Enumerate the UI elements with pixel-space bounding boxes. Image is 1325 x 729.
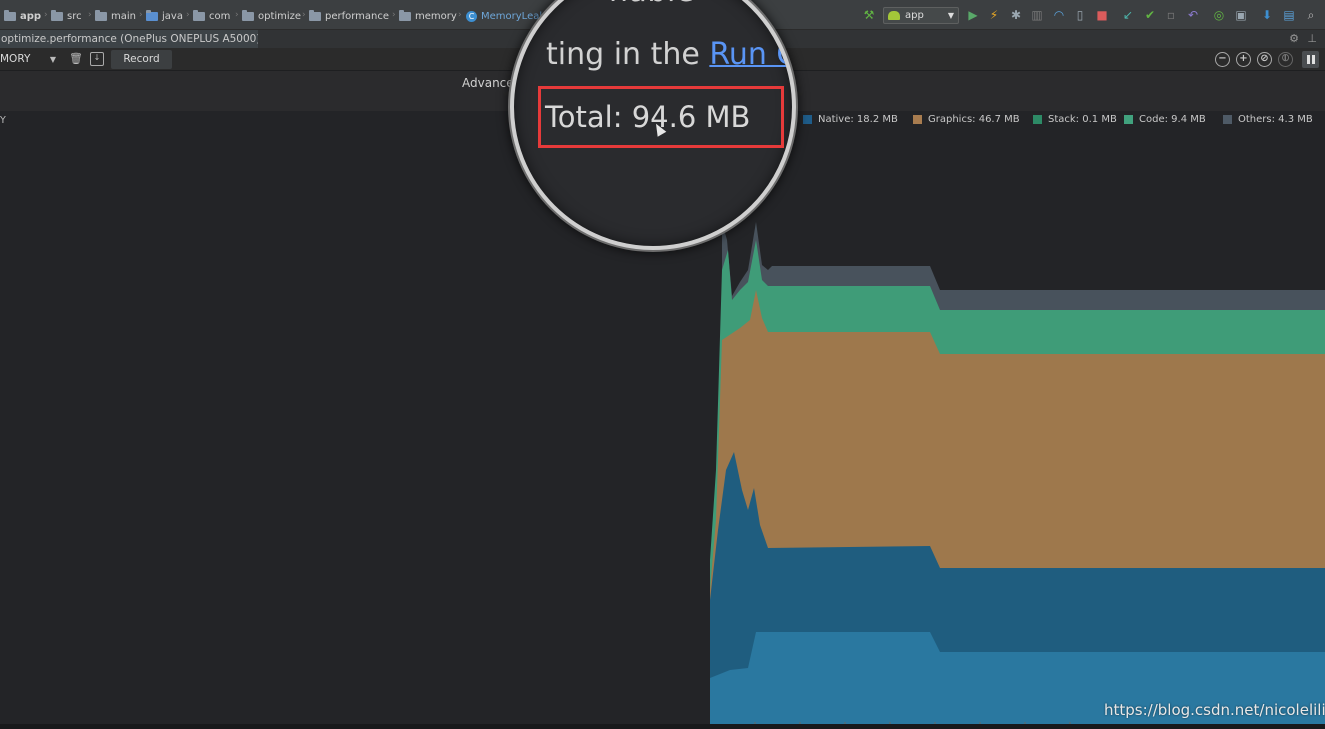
breadcrumb-label: com [209,10,231,22]
breadcrumb-label: app [20,10,42,22]
sdk-manager-icon[interactable]: ⬇ [1260,8,1274,22]
breadcrumb-performance[interactable]: performance [309,8,389,24]
profiler-select-value: MORY [0,53,31,65]
breadcrumb-memory[interactable]: memory [399,8,457,24]
breadcrumb-separator: › [392,10,396,20]
sync-gradle-icon[interactable]: ◎ [1212,8,1226,22]
pause-icon[interactable] [1302,51,1319,68]
advanced-profiling-message: Advance [462,76,514,90]
breadcrumb-label: java [162,10,183,22]
total-memory-highlight: Total: 94.6 MB [538,86,784,148]
total-memory-label: Total: 94.6 MB [545,100,751,134]
run-icon[interactable]: ▶ [966,8,980,22]
package-icon [309,9,321,21]
module-folder-icon [4,9,16,21]
dump-heap-icon[interactable]: ↓ [90,52,104,66]
timeline-strip [0,724,1325,729]
legend-swatch [1124,115,1133,124]
coverage-icon[interactable]: ▥ [1030,8,1044,22]
vcs-commit-icon[interactable]: ✔ [1143,8,1157,22]
folder-icon [51,9,63,21]
profiler-select[interactable]: MORY ▼ [0,51,62,68]
apply-changes-icon[interactable]: ⚡ [987,8,1001,22]
breadcrumb-src[interactable]: src [51,8,82,24]
vcs-update-icon[interactable]: ↙ [1121,8,1135,22]
legend-label: Others: 4.3 MB [1238,114,1313,125]
legend-code: Code: 9.4 MB [1124,114,1206,125]
session-tab[interactable]: optimize.performance (OnePlus ONEPLUS A5… [0,30,258,48]
zoom-out-icon[interactable]: − [1215,52,1230,67]
hammer-icon[interactable]: ⚒ [862,8,876,22]
breadcrumb-main[interactable]: main [95,8,136,24]
package-icon [399,9,411,21]
gear-icon[interactable]: ⚙ [1289,32,1299,45]
axis-label: Y [0,115,6,126]
debug-icon[interactable]: ✱ [1009,8,1023,22]
legend-native: Native: 18.2 MB [803,114,898,125]
reset-zoom-icon[interactable]: ⊘ [1257,52,1272,67]
chevron-down-icon: ▼ [947,11,954,20]
breadcrumb-optimize[interactable]: optimize [242,8,301,24]
legend-swatch [913,115,922,124]
breadcrumb-label: performance [325,10,390,22]
breadcrumb-separator: › [88,10,92,20]
legend-graphics: Graphics: 46.7 MB [913,114,1020,125]
profile-icon[interactable]: ◠ [1052,8,1066,22]
undo-icon[interactable]: ↶ [1186,8,1200,22]
legend-label: Native: 18.2 MB [818,114,898,125]
breadcrumb-label: memory [415,10,457,22]
run-configuration-link[interactable]: Run C [709,37,792,72]
vcs-history-icon[interactable]: ▫ [1164,8,1178,22]
breadcrumb-java[interactable]: java [146,8,183,24]
legend-swatch [803,115,812,124]
legend-swatch [1223,115,1232,124]
magnified-message: ting in the Run C [546,37,792,72]
search-icon[interactable]: ⌕ [1304,8,1318,22]
legend-swatch [1033,115,1042,124]
breadcrumb-separator: › [302,10,306,20]
device-file-explorer-icon[interactable]: ▤ [1282,8,1296,22]
legend-label: Code: 9.4 MB [1139,114,1206,125]
breadcrumb-label: optimize [258,10,302,22]
chevron-down-icon: ▼ [49,55,56,64]
folder-icon [95,9,107,21]
stop-icon[interactable]: ■ [1095,8,1109,22]
android-icon [888,11,900,20]
magnified-message-text: ting in the [546,37,710,72]
breadcrumb-label: src [67,10,82,22]
package-icon [193,9,205,21]
breadcrumb-separator: › [44,10,48,20]
hide-icon[interactable]: ⊥ [1307,32,1317,45]
zoom-in-icon[interactable]: + [1236,52,1251,67]
breadcrumb-label: main [111,10,136,22]
avd-manager-icon[interactable]: ▣ [1234,8,1248,22]
attach-debugger-icon[interactable]: ▯ [1073,8,1087,22]
breadcrumb-separator: › [235,10,239,20]
class-icon: C [466,10,477,22]
go-to-live-icon[interactable]: ⦶ [1278,52,1293,67]
legend-others: Others: 4.3 MB [1223,114,1313,125]
run-configuration-select[interactable]: app ▼ [883,7,959,24]
legend-label: Stack: 0.1 MB [1048,114,1117,125]
legend-stack: Stack: 0.1 MB [1033,114,1117,125]
folder-icon [146,9,158,21]
breadcrumb-app[interactable]: app [4,8,41,24]
breadcrumb-separator: › [186,10,190,20]
magnified-heading: nable [609,0,695,9]
record-button[interactable]: Record [111,50,172,69]
trash-icon[interactable]: 🗑 [69,52,83,66]
breadcrumb-separator: › [458,10,462,20]
legend-label: Graphics: 46.7 MB [928,114,1020,125]
watermark: https://blog.csdn.net/nicolelili1 [1104,701,1325,719]
breadcrumb-separator: › [139,10,143,20]
package-icon [242,9,254,21]
run-config-label: app [905,10,924,21]
breadcrumb-com[interactable]: com [193,8,230,24]
